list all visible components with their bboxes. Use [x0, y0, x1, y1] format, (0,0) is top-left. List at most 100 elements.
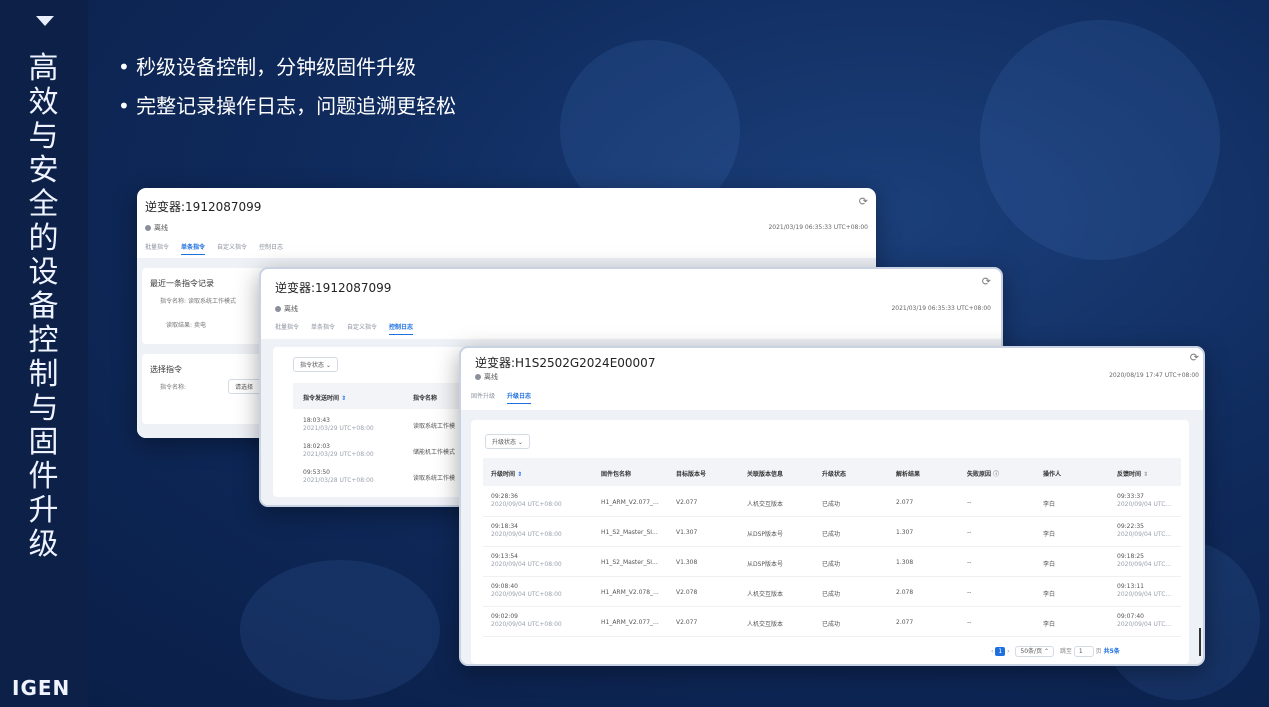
next-page-icon[interactable]: ›	[1007, 648, 1009, 655]
row-cmd-name: 读取系统工作模	[413, 423, 456, 430]
refresh-icon[interactable]: ⟳	[859, 195, 868, 208]
tab-log[interactable]: 控制日志	[259, 242, 283, 254]
jump-page-input[interactable]: 1	[1073, 646, 1094, 657]
cell-parse: 2.077	[896, 619, 914, 626]
cell-status: 已成功	[822, 591, 841, 598]
table-row: 18:03:43 2021/03/29 UTC+08:00	[303, 417, 374, 432]
tab-upgrade-log[interactable]: 升级日志	[507, 391, 532, 404]
cell-status: 已成功	[822, 501, 841, 508]
device-timestamp: 2020/08/19 17:47 UTC+08:00	[1109, 372, 1199, 379]
cell-upgrade-time: 09:13:54 2020/09/04 UTC+08:00	[491, 553, 562, 568]
total-count: 共5条	[1103, 648, 1120, 655]
header-parse-result: 解析结果	[896, 471, 921, 478]
header-feedback-time[interactable]: 反馈时间 ⇕	[1117, 469, 1148, 478]
cell-package: H1_S2_Master_SI...	[601, 559, 658, 566]
cell-package: H1_ARM_V2.077_...	[601, 619, 659, 626]
page-1-button[interactable]: 1	[995, 647, 1006, 656]
cell-related: 人机交互版本	[747, 501, 784, 508]
tab-single[interactable]: 单条指令	[311, 322, 335, 334]
header-cmd-name: 指令名称	[413, 395, 438, 402]
cell-related: 人机交互版本	[747, 621, 784, 628]
device-timestamp: 2021/03/19 06:35:33 UTC+08:00	[891, 305, 991, 312]
cell-version: V2.077	[676, 619, 698, 626]
header-fail-reason: 失败原因 ⓘ	[967, 471, 1000, 478]
tab-bar: 批量指令 单条指令 自定义指令 控制日志	[275, 322, 425, 335]
jump-label: 跳至	[1059, 648, 1072, 655]
cell-package: H1_ARM_V2.077_...	[601, 499, 659, 506]
tab-batch[interactable]: 批量指令	[145, 242, 169, 254]
device-title: 逆变器:H1S2502G2024E00007	[475, 356, 656, 370]
cell-upgrade-time: 09:08:40 2020/09/04 UTC+08:00	[491, 583, 562, 598]
cell-parse: 1.308	[896, 559, 914, 566]
cell-feedback-time: 09:22:35 2020/09/04 UTC...	[1117, 523, 1172, 538]
brand-logo: IGEN	[12, 676, 71, 700]
cell-upgrade-time: 09:28:36 2020/09/04 UTC+08:00	[491, 493, 562, 508]
recent-result-row: 读取结果: 卖电	[166, 322, 206, 329]
table-row: 18:02:03 2021/03/29 UTC+08:00	[303, 443, 374, 458]
table-row: 09:53:50 2021/03/28 UTC+08:00	[303, 469, 374, 484]
cell-reason: --	[967, 499, 972, 506]
select-heading: 选择指令	[150, 365, 182, 374]
cell-operator: 李白	[1043, 531, 1056, 538]
cell-reason: --	[967, 619, 972, 626]
status-text: 离线	[284, 305, 298, 313]
cell-package: H1_ARM_V2.078_...	[601, 589, 659, 596]
cell-upgrade-time: 09:02:09 2020/09/04 UTC+08:00	[491, 613, 562, 628]
cell-reason: --	[967, 529, 972, 536]
help-circle-icon[interactable]: ⓘ	[993, 471, 999, 478]
status-dot-icon	[275, 306, 281, 312]
row-cmd-name: 储能机工作模式	[413, 449, 456, 456]
header-upgrade-time[interactable]: 升级时间 ⇕	[491, 469, 522, 478]
bullet-item: 完整记录操作日志，问题追溯更轻松	[118, 87, 456, 126]
device-timestamp: 2021/03/19 06:35:33 UTC+08:00	[768, 224, 868, 231]
collapse-triangle-icon[interactable]	[36, 16, 54, 26]
refresh-icon[interactable]: ⟳	[1190, 351, 1199, 364]
cell-feedback-time: 09:07:40 2020/09/04 UTC...	[1117, 613, 1172, 628]
header-operator: 操作人	[1043, 471, 1062, 478]
header-upgrade-status: 升级状态	[822, 471, 847, 478]
cell-version: V2.078	[676, 589, 698, 596]
cell-operator: 李白	[1043, 621, 1056, 628]
tab-custom[interactable]: 自定义指令	[217, 242, 247, 254]
tab-bar: 批量指令 单条指令 自定义指令 控制日志	[145, 242, 295, 255]
header-send-time[interactable]: 指令发送时间 ⇕	[303, 393, 346, 402]
tab-batch[interactable]: 批量指令	[275, 322, 299, 334]
header-target-version: 目标版本号	[676, 471, 707, 478]
cell-parse: 2.077	[896, 499, 914, 506]
device-status: 离线	[475, 372, 498, 382]
cell-related: 从DSP版本号	[747, 561, 784, 568]
cell-operator: 李白	[1043, 561, 1056, 568]
tab-single[interactable]: 单条指令	[181, 242, 206, 255]
bullet-item: 秒级设备控制，分钟级固件升级	[118, 48, 456, 87]
cell-feedback-time: 09:13:11 2020/09/04 UTC...	[1117, 583, 1172, 598]
page-size-select[interactable]: 50条/页 ⌃	[1015, 646, 1055, 657]
bg-bokeh	[980, 20, 1220, 260]
scrollbar[interactable]	[1199, 628, 1201, 656]
pagination: ‹ 1 › 50条/页 ⌃ 跳至 1 页 共5条	[991, 646, 1120, 657]
feature-bullets: 秒级设备控制，分钟级固件升级 完整记录操作日志，问题追溯更轻松	[118, 48, 456, 126]
header-related-version: 关联版本信息	[747, 471, 784, 478]
tab-custom[interactable]: 自定义指令	[347, 322, 377, 334]
status-dot-icon	[145, 225, 151, 231]
cell-operator: 李白	[1043, 591, 1056, 598]
tab-log[interactable]: 控制日志	[389, 322, 414, 335]
bg-bokeh	[240, 560, 440, 700]
recent-cmd-row: 指令名称: 读取系统工作模式	[160, 298, 236, 305]
tab-firmware-upgrade[interactable]: 固件升级	[471, 391, 495, 403]
status-filter-dropdown[interactable]: 指令状态 ⌄	[293, 357, 338, 372]
cell-status: 已成功	[822, 561, 841, 568]
upgrade-log-panel: 升级状态 ⌄ 升级时间 ⇕ 固件包名称 目标版本号 关联版本信息 升级状态 解析…	[471, 420, 1189, 664]
cell-status: 已成功	[822, 621, 841, 628]
cell-related: 人机交互版本	[747, 591, 784, 598]
cell-upgrade-time: 09:18:34 2020/09/04 UTC+08:00	[491, 523, 562, 538]
upgrade-status-filter[interactable]: 升级状态 ⌄	[485, 434, 530, 449]
refresh-icon[interactable]: ⟳	[982, 275, 991, 288]
cell-operator: 李白	[1043, 501, 1056, 508]
cell-reason: --	[967, 589, 972, 596]
prev-page-icon[interactable]: ‹	[991, 648, 993, 655]
cell-version: V1.308	[676, 559, 698, 566]
select-cmd-label: 指令名称:	[160, 384, 187, 391]
device-title: 逆变器:1912087099	[145, 200, 262, 214]
recent-heading: 最近一条指令记录	[150, 279, 214, 288]
page-suffix: 页	[1095, 648, 1102, 655]
